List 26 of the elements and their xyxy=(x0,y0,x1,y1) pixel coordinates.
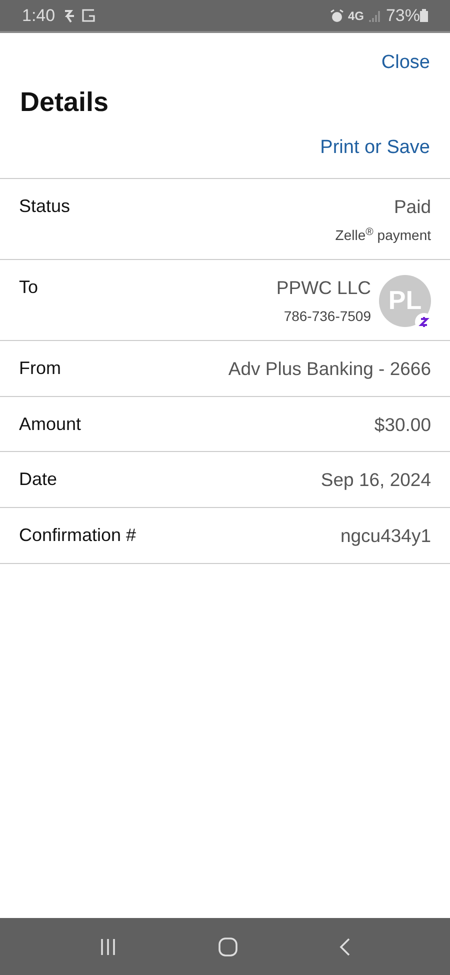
field-value: $30.00 xyxy=(374,412,431,437)
print-or-save-link[interactable]: Print or Save xyxy=(320,134,430,162)
home-icon[interactable] xyxy=(218,936,238,956)
field-value: PPWC LLC xyxy=(276,276,371,300)
battery-percent: 73% xyxy=(386,4,420,27)
field-label: From xyxy=(19,356,61,380)
back-icon[interactable] xyxy=(339,936,352,956)
field-value: ngcu434y1 xyxy=(340,524,431,548)
network-type: 4G xyxy=(348,8,364,24)
alarm-icon xyxy=(330,8,344,22)
field-label: Status xyxy=(19,195,70,218)
field-label: Date xyxy=(19,468,58,492)
field-label: Amount xyxy=(19,412,82,436)
field-value: Paid xyxy=(394,195,431,220)
recent-apps-icon[interactable] xyxy=(98,938,117,956)
payment-method: Zelle$^{®}$ payment xyxy=(335,225,431,246)
battery-icon xyxy=(420,9,428,22)
phone-number: 786-736-7509 xyxy=(284,306,371,326)
field-label: To xyxy=(19,276,38,300)
field-value: Adv Plus Banking - 2666 xyxy=(228,356,431,381)
page-title: Details xyxy=(19,86,110,118)
close-link[interactable]: Close xyxy=(381,49,430,78)
signal-icon xyxy=(368,8,382,22)
field-value: Sep 16, 2024 xyxy=(320,468,431,492)
clock: 1:40 xyxy=(22,4,56,27)
field-label: Confirmation # xyxy=(19,524,136,548)
